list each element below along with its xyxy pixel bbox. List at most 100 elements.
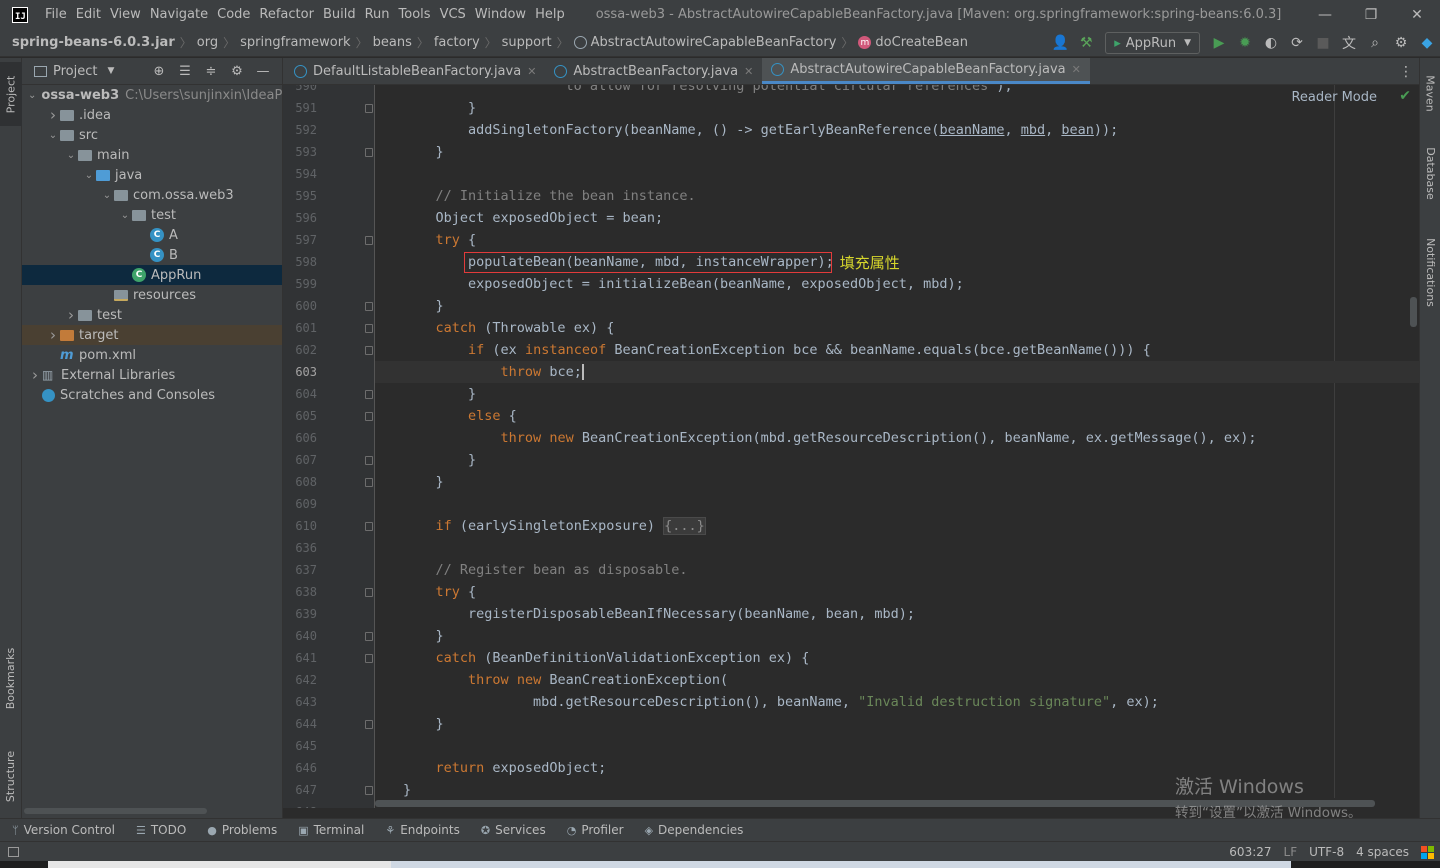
- menu-edit[interactable]: Edit: [76, 7, 101, 22]
- tool-window-services[interactable]: ✪ Services: [481, 823, 546, 837]
- stop-icon[interactable]: ■: [1310, 29, 1336, 57]
- menu-view[interactable]: View: [110, 7, 141, 22]
- code-area[interactable]: 590 591 592 593 594 595 596 597 598 599 600 601 602 6…: [283, 85, 1419, 808]
- breadcrumb-item[interactable]: m doCreateBean: [858, 35, 968, 50]
- fold-marker-icon[interactable]: [365, 632, 373, 641]
- indent-setting[interactable]: 4 spaces: [1356, 845, 1409, 859]
- tree-node[interactable]: ⌄ com.ossa.web3: [22, 185, 282, 205]
- fold-marker-icon[interactable]: [365, 302, 373, 311]
- fold-marker-icon[interactable]: [365, 654, 373, 663]
- tree-node[interactable]: Scratches and Consoles: [22, 385, 282, 405]
- fold-marker-icon[interactable]: [365, 456, 373, 465]
- collapse-arrow-icon[interactable]: ›: [46, 106, 60, 124]
- fold-marker-icon[interactable]: [365, 324, 373, 333]
- tree-node[interactable]: ⌄ src: [22, 125, 282, 145]
- search-icon[interactable]: ⌕: [1362, 29, 1388, 57]
- gear-icon[interactable]: ⚙: [1388, 29, 1414, 57]
- tree-node[interactable]: ⌄ ossa-web3 C:\Users\sunjinxin\IdeaPr: [22, 85, 287, 105]
- tree-node[interactable]: ⌄ test: [22, 205, 282, 225]
- horizontal-scrollbar[interactable]: [24, 808, 207, 814]
- collapse-arrow-icon[interactable]: ›: [64, 306, 78, 324]
- caret-position[interactable]: 603:27: [1229, 845, 1271, 859]
- menu-help[interactable]: Help: [535, 7, 565, 22]
- tree-node[interactable]: › ▥ External Libraries: [22, 365, 282, 385]
- inspection-ok-icon[interactable]: ✔: [1399, 88, 1411, 104]
- editor-tab[interactable]: DefaultListableBeanFactory.java ✕: [285, 58, 545, 84]
- tab-menu-icon[interactable]: ⋮: [1399, 58, 1413, 85]
- fold-marker-icon[interactable]: [365, 478, 373, 487]
- menu-run[interactable]: Run: [365, 7, 390, 22]
- collapse-all-icon[interactable]: ≑: [198, 64, 224, 79]
- fold-marker-icon[interactable]: [365, 104, 373, 113]
- tree-node[interactable]: CB: [22, 245, 282, 265]
- expand-arrow-icon[interactable]: ⌄: [46, 130, 60, 141]
- toggle-tool-windows-icon[interactable]: [8, 846, 19, 857]
- close-window-button[interactable]: ✕: [1394, 0, 1440, 29]
- project-view-selector[interactable]: Project ▼: [34, 64, 114, 79]
- editor-tab[interactable]: AbstractBeanFactory.java ✕: [545, 58, 762, 84]
- tree-node[interactable]: › .idea: [22, 105, 282, 125]
- profile-icon[interactable]: ⟳: [1284, 29, 1310, 57]
- close-icon[interactable]: ✕: [744, 65, 753, 78]
- close-icon[interactable]: ✕: [1072, 63, 1081, 76]
- tool-window-dependencies[interactable]: ◈ Dependencies: [645, 823, 744, 837]
- menu-navigate[interactable]: Navigate: [150, 7, 208, 22]
- tree-node[interactable]: CA: [22, 225, 282, 245]
- editor-tab[interactable]: AbstractAutowireCapableBeanFactory.java ✕: [762, 58, 1090, 84]
- plugin-icon[interactable]: ◆: [1414, 29, 1440, 57]
- tree-node[interactable]: › target: [22, 325, 282, 345]
- fold-marker-icon[interactable]: [365, 588, 373, 597]
- run-configuration-select[interactable]: ▸ AppRun ▼: [1105, 32, 1200, 54]
- file-encoding[interactable]: UTF-8: [1309, 845, 1344, 859]
- expand-arrow-icon[interactable]: ⌄: [118, 210, 132, 221]
- fold-marker-icon[interactable]: [365, 786, 373, 795]
- menu-refactor[interactable]: Refactor: [259, 7, 314, 22]
- breadcrumb-item[interactable]: support: [502, 35, 552, 50]
- restore-button[interactable]: ❐: [1348, 0, 1394, 29]
- locate-icon[interactable]: ⊕: [146, 64, 172, 79]
- hide-icon[interactable]: —: [250, 64, 276, 79]
- fold-marker-icon[interactable]: [365, 148, 373, 157]
- tree-node[interactable]: ⌄ main: [22, 145, 282, 165]
- breadcrumb-item[interactable]: springframework: [240, 35, 350, 50]
- fold-marker-icon[interactable]: [365, 412, 373, 421]
- menu-build[interactable]: Build: [323, 7, 356, 22]
- build-hammer-icon[interactable]: ⚒: [1073, 29, 1099, 57]
- collapse-arrow-icon[interactable]: ›: [46, 326, 60, 344]
- gear-icon[interactable]: ⚙: [224, 64, 250, 79]
- collapse-arrow-icon[interactable]: ›: [28, 366, 42, 384]
- breadcrumb-item[interactable]: spring-beans-6.0.3.jar: [12, 35, 175, 50]
- tool-window-profiler[interactable]: ◔ Profiler: [567, 823, 624, 837]
- tree-node[interactable]: › test: [22, 305, 282, 325]
- tool-window-notifications[interactable]: Notifications: [1420, 226, 1440, 318]
- minimize-button[interactable]: —: [1302, 0, 1348, 29]
- breadcrumb-item[interactable]: factory: [434, 35, 480, 50]
- tool-window-endpoints[interactable]: ⚘ Endpoints: [385, 823, 460, 837]
- tool-window-bookmarks[interactable]: Bookmarks: [0, 633, 22, 723]
- menu-window[interactable]: Window: [475, 7, 526, 22]
- run-icon[interactable]: ▶: [1206, 29, 1232, 57]
- translate-icon[interactable]: 文: [1336, 29, 1362, 57]
- coverage-icon[interactable]: ◐: [1258, 29, 1284, 57]
- menu-file[interactable]: File: [45, 7, 67, 22]
- tree-node[interactable]: ⌄ java: [22, 165, 282, 185]
- tree-node[interactable]: resources: [22, 285, 282, 305]
- vertical-scrollbar[interactable]: [1410, 297, 1417, 327]
- tree-node[interactable]: C AppRun: [22, 265, 282, 285]
- tool-window-database[interactable]: Database: [1420, 138, 1440, 208]
- fold-marker-icon[interactable]: [365, 346, 373, 355]
- debug-icon[interactable]: ✹: [1232, 29, 1258, 57]
- fold-marker-icon[interactable]: [365, 390, 373, 399]
- expand-arrow-icon[interactable]: ⌄: [64, 150, 78, 161]
- tree-node[interactable]: m pom.xml: [22, 345, 282, 365]
- menu-code[interactable]: Code: [217, 7, 250, 22]
- fold-marker-icon[interactable]: [365, 720, 373, 729]
- expand-arrow-icon[interactable]: ⌄: [28, 90, 36, 101]
- tool-window-maven[interactable]: Maven: [1420, 64, 1440, 122]
- expand-arrow-icon[interactable]: ⌄: [100, 190, 114, 201]
- breadcrumb-item[interactable]: beans: [373, 35, 412, 50]
- tool-window-structure[interactable]: Structure: [0, 738, 22, 814]
- breadcrumb-item[interactable]: AbstractAutowireCapableBeanFactory: [573, 35, 836, 50]
- tool-window-terminal[interactable]: ▣ Terminal: [298, 823, 364, 837]
- line-separator[interactable]: LF: [1284, 845, 1298, 859]
